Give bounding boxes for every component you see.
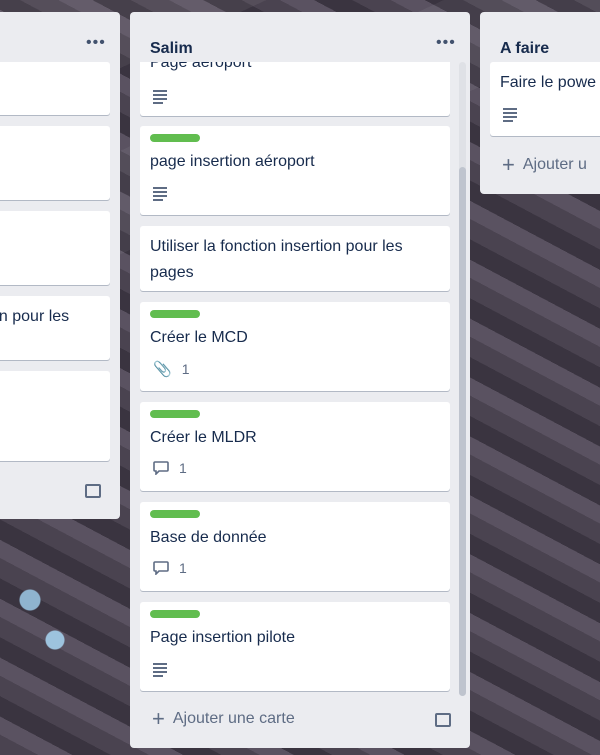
list-menu-button[interactable]: ••• [436,34,456,52]
card-title: Créer le MCD [150,329,248,346]
plus-icon: + [152,706,165,731]
card-title: page insertion aéroport [150,153,315,170]
attachment-badge: 📎 1 [153,360,189,378]
plus-icon: + [502,152,515,177]
list-title[interactable]: Salim [150,40,193,58]
comment-count: 1 [179,460,187,476]
green-label[interactable] [150,610,200,618]
card-creer-mldr[interactable]: Créer le MLDR 1 [140,402,450,491]
list-left: ••• on pour les [0,12,120,519]
list-card[interactable] [0,126,110,200]
card-title: Page aéroport [150,62,252,71]
green-label[interactable] [150,310,200,318]
card-creer-mcd[interactable]: Créer le MCD 📎 1 [140,302,450,391]
list-card[interactable] [0,211,110,285]
card-base-de-donnee[interactable]: Base de donnée 1 [140,502,450,591]
green-label[interactable] [150,510,200,518]
comment-count: 1 [179,560,187,576]
add-card-label: Ajouter une carte [172,710,295,727]
green-label[interactable] [150,410,200,418]
card-title: Faire le powe [500,74,597,91]
card-template-icon[interactable] [85,484,101,498]
card-title: Base de donnée [150,529,267,546]
card-title: Page insertion pilote [150,629,295,646]
list-title[interactable]: A faire [500,40,549,58]
card-title: on pour les [0,308,70,325]
add-card-label: Ajouter u [522,156,587,173]
description-icon [153,663,167,677]
add-card-button[interactable]: + Ajouter une carte [152,706,295,731]
card-page-insertion-aeroport[interactable]: page insertion aéroport [140,126,450,215]
add-card-button[interactable]: + Ajouter u [502,152,587,177]
description-icon [153,90,167,104]
comment-icon [153,461,169,475]
list-card[interactable]: on pour les [0,296,110,360]
cards-viewport: Page aéroport page insertion aéroport Ut… [130,62,470,702]
card-utiliser-fonction[interactable]: Utiliser la fonction insertion pour les … [140,226,450,291]
attachment-count: 1 [181,361,190,377]
comment-icon [153,561,169,575]
description-icon [503,108,517,122]
description-icon [153,187,167,201]
card-title: Utiliser la fonction insertion pour les … [150,238,403,281]
paperclip-icon: 📎 [153,361,172,378]
list-card[interactable] [0,371,110,461]
card-title: Créer le MLDR [150,429,257,446]
card-faire-le-powerpoint[interactable]: Faire le powe [490,62,600,136]
green-label[interactable] [150,134,200,142]
comment-badge: 1 [153,460,187,476]
list-a-faire: A faire Faire le powe + Ajouter u [480,12,600,194]
list-salim: Salim ••• Page aéroport page insertion a… [130,12,470,748]
list-menu-button[interactable]: ••• [86,34,106,52]
card-template-icon[interactable] [435,713,451,727]
comment-badge: 1 [153,560,187,576]
list-card[interactable] [0,62,110,115]
card-page-insertion-pilote[interactable]: Page insertion pilote [140,602,450,691]
card-page-aeroport[interactable]: Page aéroport [140,62,450,116]
